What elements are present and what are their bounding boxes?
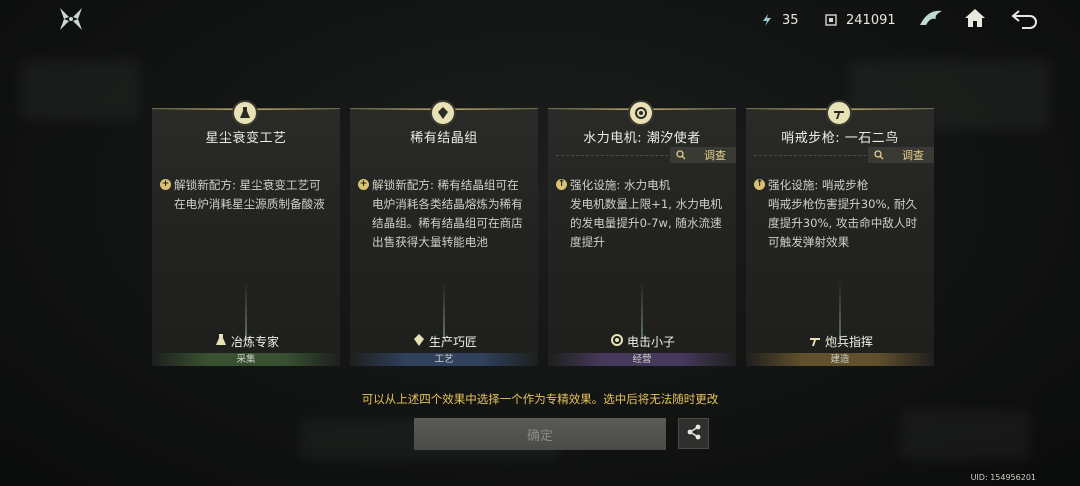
card-title: 水力电机: 潮汐使者	[583, 131, 701, 146]
crystal-icon	[430, 100, 456, 126]
specialization-card-4[interactable]: 哨戒步枪: 一石二鸟 调查 ↑ 强化设施: 哨戒步枪 哨戒步枪伤害提升30%, …	[746, 100, 934, 366]
light-beam	[245, 281, 247, 339]
turret-icon	[826, 100, 852, 126]
investigate-button[interactable]: 调查	[868, 147, 934, 163]
selection-notice: 可以从上述四个效果中选择一个作为专精效果。选中后将无法随时更改	[361, 392, 719, 406]
home-icon	[963, 7, 987, 33]
card-description: 解锁新配方: 星尘衰变工艺可在电炉消耗星尘源质制备酸液	[174, 178, 325, 211]
card-description: 强化设施: 哨戒步枪 哨戒步枪伤害提升30%, 耐久度提升30%, 攻击命中敌人…	[768, 178, 918, 249]
investigate-button[interactable]: 调查	[670, 147, 736, 163]
unlock-plus-icon: +	[358, 179, 369, 190]
card-description: 强化设施: 水力电机 发电机数量上限+1, 水力电机的发电量提升0-7w, 随水…	[570, 178, 722, 249]
background-blur	[20, 60, 140, 120]
trait-label: 生产巧匠	[428, 335, 477, 349]
flask-icon	[213, 333, 229, 350]
card-description: 解锁新配方: 稀有结晶组可在电炉消耗各类结晶熔炼为稀有结晶组。稀有结晶组可在商店…	[372, 178, 523, 249]
investigate-label: 调查	[704, 149, 726, 162]
category-label: 采集	[152, 353, 340, 366]
card-trait: 生产巧匠	[350, 333, 538, 350]
energy-value: 35	[782, 12, 799, 28]
generator-icon	[609, 333, 625, 350]
card-trait: 冶炼专家	[152, 333, 340, 350]
background-blur	[900, 410, 1030, 460]
card-title: 星尘衰变工艺	[205, 131, 287, 146]
lightning-icon	[760, 13, 774, 27]
magnifier-icon	[874, 150, 884, 163]
specialization-card-2[interactable]: 稀有结晶组 + 解锁新配方: 稀有结晶组可在电炉消耗各类结晶熔炼为稀有结晶组。稀…	[350, 100, 538, 366]
faction-button[interactable]	[918, 8, 944, 32]
user-id: UID: 154956201	[970, 473, 1036, 482]
unlock-plus-icon: +	[160, 179, 171, 190]
upgrade-arrow-icon: ↑	[754, 179, 765, 190]
light-beam	[443, 281, 445, 339]
share-button[interactable]	[678, 418, 709, 449]
currency-value: 241091	[846, 12, 896, 28]
trait-label: 冶炼专家	[230, 335, 279, 349]
specialization-card-1[interactable]: 星尘衰变工艺 + 解锁新配方: 星尘衰变工艺可在电炉消耗星尘源质制备酸液 冶炼专…	[152, 100, 340, 366]
home-button[interactable]	[962, 8, 988, 32]
category-label: 建造	[746, 353, 934, 366]
trait-label: 炮兵指挥	[824, 335, 873, 349]
chip-icon	[824, 13, 838, 27]
turret-icon	[807, 333, 823, 350]
back-arrow-icon	[1010, 7, 1040, 33]
share-icon	[685, 423, 703, 445]
confirm-button[interactable]: 确定	[414, 418, 666, 450]
card-title: 稀有结晶组	[410, 131, 478, 146]
top-bar: 35 241091	[0, 0, 1080, 40]
magnifier-icon	[676, 150, 686, 163]
investigate-label: 调查	[902, 149, 924, 162]
card-trait: 电击小子	[548, 333, 736, 350]
trait-label: 电击小子	[626, 335, 675, 349]
category-label: 工艺	[350, 353, 538, 366]
game-logo-icon	[58, 6, 84, 32]
card-title: 哨戒步枪: 一石二鸟	[781, 131, 899, 146]
wing-icon	[918, 7, 944, 33]
light-beam	[641, 281, 643, 339]
currency-counter: 241091	[824, 10, 896, 30]
back-button[interactable]	[1010, 7, 1040, 33]
crystal-icon	[411, 333, 427, 350]
generator-icon	[628, 100, 654, 126]
energy-counter: 35	[760, 10, 799, 30]
flask-icon	[232, 100, 258, 126]
specialization-card-3[interactable]: 水力电机: 潮汐使者 调查 ↑ 强化设施: 水力电机 发电机数量上限+1, 水力…	[548, 100, 736, 366]
category-label: 经营	[548, 353, 736, 366]
upgrade-arrow-icon: ↑	[556, 179, 567, 190]
light-beam	[839, 281, 841, 339]
card-trait: 炮兵指挥	[746, 333, 934, 350]
